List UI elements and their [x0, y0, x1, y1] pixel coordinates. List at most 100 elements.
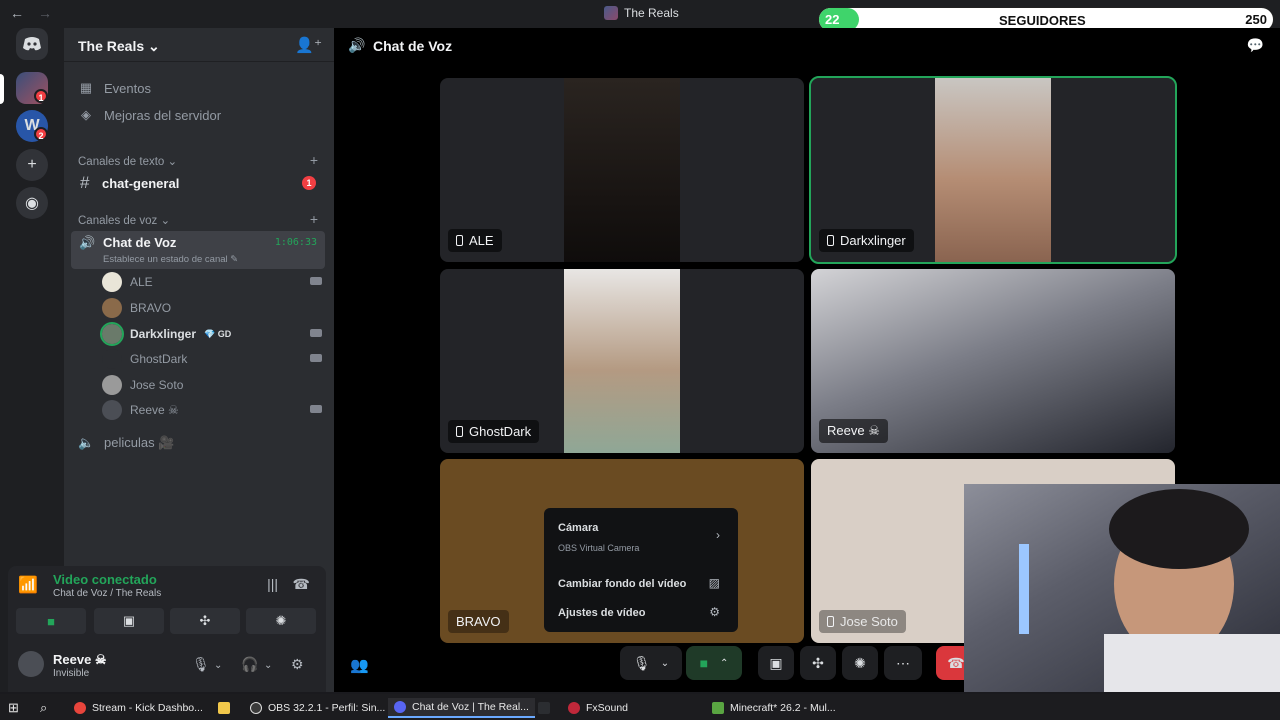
- add-text-channel-icon[interactable]: +: [310, 152, 318, 168]
- voice-category[interactable]: Canales de voz ⌄: [78, 213, 170, 227]
- windows-start-icon[interactable]: ⊞: [8, 698, 19, 718]
- taskbar-terminal-icon[interactable]: [538, 698, 550, 718]
- voice-user-bravo[interactable]: BRAVO: [102, 296, 322, 320]
- camera-on-icon: [310, 277, 322, 285]
- boosts-item[interactable]: ◈ Mejoras del servidor: [78, 107, 221, 123]
- text-category[interactable]: Canales de texto ⌄: [78, 154, 177, 168]
- search-icon[interactable]: ⌕: [40, 698, 47, 718]
- server-thumb-icon: [604, 6, 618, 20]
- more-dots-icon: ⋯: [896, 654, 910, 671]
- settings-gear-icon[interactable]: ⚙: [291, 656, 304, 673]
- voice-user-reeve[interactable]: Reeve ☠: [102, 398, 322, 422]
- screen-share-control[interactable]: ▣: [758, 646, 794, 680]
- menu-change-background[interactable]: Cambiar fondo del vídeo: [558, 578, 686, 590]
- taskbar-file-explorer-icon[interactable]: [218, 698, 230, 718]
- soundboard-button[interactable]: ✺: [246, 608, 316, 634]
- server-badge: 1: [34, 89, 48, 103]
- window-title: The Reals: [604, 6, 679, 20]
- video-camera-icon: ■: [47, 613, 55, 629]
- camera-button[interactable]: ■: [16, 608, 86, 634]
- os-taskbar: ⊞ ⌕ Stream - Kick Dashbo... OBS 32.2.1 -…: [0, 694, 1280, 720]
- video-tile-ale[interactable]: ALE: [440, 78, 804, 262]
- connection-location[interactable]: Chat de Voz / The Reals: [53, 588, 161, 599]
- activities-button[interactable]: ✣: [170, 608, 240, 634]
- nav-arrows: ← →: [10, 5, 66, 21]
- calendar-icon: ▦: [79, 80, 93, 95]
- voice-user-ale[interactable]: ALE: [102, 270, 322, 294]
- mobile-icon: [827, 616, 834, 627]
- terminal-icon: [538, 702, 550, 714]
- voice-timer: 1:06:33: [274, 237, 317, 248]
- voice-connection-panel: 📶 Video conectado Chat de Voz / The Real…: [8, 566, 326, 636]
- video-tile-ghostdark[interactable]: GhostDark: [440, 269, 804, 453]
- invite-people-icon[interactable]: 👤⁺: [295, 36, 322, 54]
- menu-camera[interactable]: Cámara: [558, 522, 598, 534]
- camera-on-icon: [310, 405, 322, 413]
- tile-name: Darkxlinger: [819, 229, 914, 252]
- taskbar-item-chrome[interactable]: Stream - Kick Dashbo...: [74, 698, 203, 718]
- tile-name: Jose Soto: [819, 610, 906, 633]
- user-panel: Reeve ☠ Invisible 🎙 ⌄ 🎧 ⌄ ⚙: [8, 636, 326, 692]
- screen-share-icon: ▣: [769, 654, 783, 671]
- activities-control[interactable]: ✣: [800, 646, 836, 680]
- noise-suppression-icon[interactable]: |||: [267, 576, 278, 592]
- screen-share-button[interactable]: ▣: [94, 608, 164, 634]
- signal-icon[interactable]: 📶: [18, 575, 42, 599]
- taskbar-item-obs[interactable]: OBS 32.2.1 - Perfil: Sin...: [250, 698, 385, 718]
- channel-peliculas[interactable]: 🔈 peliculas 🎥: [78, 435, 174, 451]
- server-header[interactable]: The Reals ⌄ 👤⁺: [64, 28, 334, 62]
- speaker-icon: 🔊: [79, 235, 96, 250]
- camera-control[interactable]: ■ ⌃: [686, 646, 742, 680]
- taskbar-item-discord[interactable]: Chat de Voz | The Real...: [388, 698, 535, 718]
- invite-icon[interactable]: 👥: [350, 656, 369, 674]
- more-options-control[interactable]: ⋯: [884, 646, 922, 680]
- taskbar-item-fxsound[interactable]: FxSound: [568, 698, 628, 718]
- guild-tag: 💎 GD: [204, 328, 232, 339]
- video-feed: [564, 269, 680, 453]
- speaker-icon: 🔈: [78, 435, 95, 450]
- unread-badge: 1: [302, 176, 316, 190]
- events-item[interactable]: ▦ Eventos: [78, 80, 151, 96]
- avatar[interactable]: [18, 651, 44, 677]
- channel-chat-general[interactable]: # chat-general 1: [72, 170, 326, 196]
- soundboard-control[interactable]: ✺: [842, 646, 878, 680]
- tile-name: Reeve ☠: [819, 419, 888, 443]
- chevron-down-icon[interactable]: ⌄: [214, 660, 222, 671]
- chevron-down-icon[interactable]: ⌄: [264, 660, 272, 671]
- voice-user-ghostdark[interactable]: GhostDark: [102, 347, 322, 371]
- avatar: [102, 349, 122, 369]
- add-server-icon[interactable]: +: [16, 149, 48, 181]
- boost-icon: ◈: [81, 107, 91, 122]
- obs-icon: [250, 702, 262, 714]
- mobile-icon: [456, 235, 463, 246]
- video-tile-darkxlinger[interactable]: Darkxlinger: [809, 76, 1177, 264]
- explore-icon[interactable]: ◉: [16, 187, 48, 219]
- video-tile-reeve[interactable]: Reeve ☠: [811, 269, 1175, 453]
- camera-options-menu: Cámara OBS Virtual Camera › Cambiar fond…: [544, 508, 738, 632]
- user-name[interactable]: Reeve ☠: [53, 652, 107, 668]
- discord-home-icon[interactable]: [16, 28, 48, 60]
- tile-name: BRAVO: [448, 610, 509, 633]
- chat-bubble-icon[interactable]: 💬: [1247, 37, 1264, 54]
- menu-video-settings[interactable]: Ajustes de vídeo: [558, 607, 645, 619]
- voice-user-darkxlinger[interactable]: Darkxlinger 💎 GD: [100, 322, 322, 346]
- channel-chat-de-voz[interactable]: 🔊 Chat de Voz 1:06:33 Establece un estad…: [71, 231, 325, 269]
- goal-current: 22: [825, 12, 840, 27]
- chevron-right-icon[interactable]: ›: [716, 528, 720, 542]
- hash-icon: #: [80, 173, 90, 192]
- avatar: [100, 322, 124, 346]
- avatar: [102, 400, 122, 420]
- forward-arrow-icon[interactable]: →: [38, 5, 52, 21]
- taskbar-item-minecraft[interactable]: Minecraft* 26.2 - Mul...: [712, 698, 836, 718]
- discord-icon: [394, 701, 406, 713]
- server-name: The Reals ⌄: [78, 38, 160, 54]
- microphone-icon[interactable]: 🎙: [192, 656, 210, 673]
- mic-control[interactable]: 🎙 ⌄: [620, 646, 682, 680]
- add-voice-channel-icon[interactable]: +: [310, 211, 318, 227]
- back-arrow-icon[interactable]: ←: [10, 5, 24, 21]
- goal-max: 250: [1245, 12, 1267, 27]
- channel-status-prompt[interactable]: Establece un estado de canal ✎: [103, 254, 238, 265]
- voice-user-jose-soto[interactable]: Jose Soto: [102, 373, 322, 397]
- headphones-icon[interactable]: 🎧: [241, 656, 258, 673]
- disconnect-icon[interactable]: ☎: [293, 576, 310, 593]
